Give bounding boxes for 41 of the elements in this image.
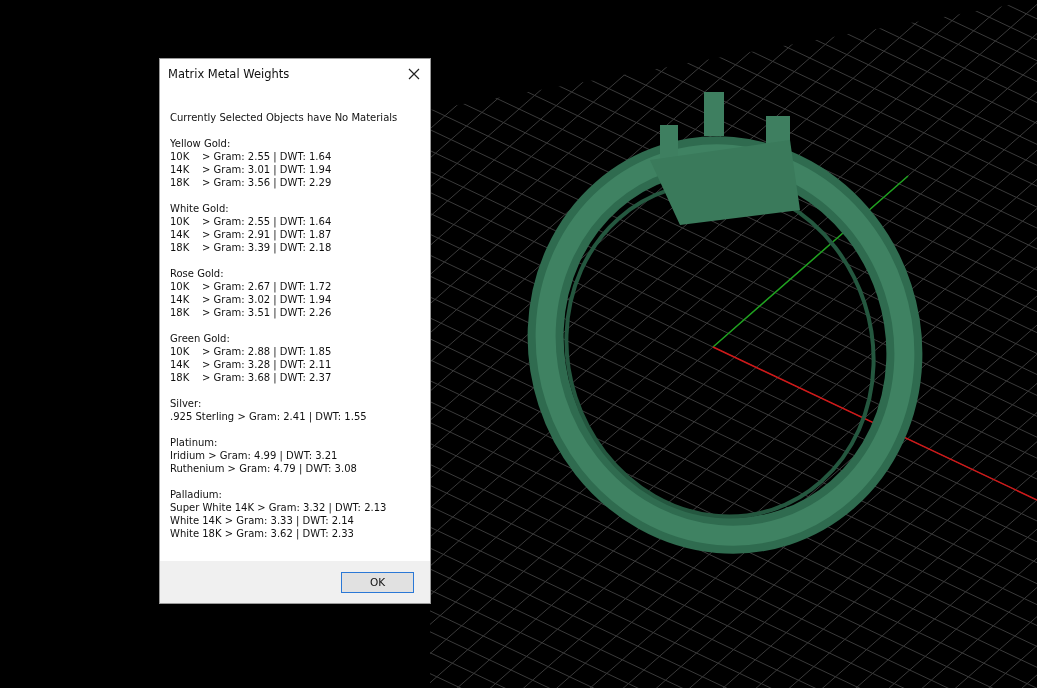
window-title: Matrix Metal Weights — [168, 67, 290, 81]
metal-heading: Rose Gold: — [170, 267, 225, 280]
weight-text: Ruthenium > Gram: 4.79 | DWT: 3.08 — [170, 462, 357, 475]
metal-heading: Green Gold: — [170, 332, 231, 345]
weight-text: > Gram: 3.28 | DWT: 2.11 — [202, 358, 332, 371]
weight-text: > Gram: 3.01 | DWT: 1.94 — [202, 163, 332, 176]
weight-text: > Gram: 3.02 | DWT: 1.94 — [202, 293, 332, 306]
karat-label: 18K — [170, 306, 191, 319]
metal-heading: Platinum: — [170, 436, 219, 449]
karat-label: 14K — [170, 358, 191, 371]
weight-text: White 18K > Gram: 3.62 | DWT: 2.33 — [170, 527, 354, 540]
karat-label: 18K — [170, 371, 191, 384]
message-text: Currently Selected Objects have No Materials — [170, 111, 399, 124]
ok-button[interactable]: OK — [341, 571, 414, 593]
karat-label: 10K — [170, 215, 191, 228]
metal-heading: Silver: — [170, 397, 203, 410]
weight-text: > Gram: 2.91 | DWT: 1.87 — [202, 228, 332, 241]
karat-label: 14K — [170, 228, 191, 241]
metal-heading: Yellow Gold: — [170, 137, 232, 150]
weight-text: > Gram: 2.88 | DWT: 1.85 — [202, 345, 332, 358]
karat-label: 18K — [170, 176, 191, 189]
weight-text: Super White 14K > Gram: 3.32 | DWT: 2.13 — [170, 501, 387, 514]
weight-text: .925 Sterling > Gram: 2.41 | DWT: 1.55 — [170, 410, 367, 423]
weight-text: > Gram: 3.56 | DWT: 2.29 — [202, 176, 332, 189]
weight-text: > Gram: 2.67 | DWT: 1.72 — [202, 280, 332, 293]
close-icon[interactable] — [408, 68, 420, 80]
karat-label: 10K — [170, 150, 191, 163]
weight-text: > Gram: 3.51 | DWT: 2.26 — [202, 306, 332, 319]
weight-text: White 14K > Gram: 3.33 | DWT: 2.14 — [170, 514, 354, 527]
karat-label: 14K — [170, 163, 191, 176]
karat-label: 14K — [170, 293, 191, 306]
weight-text: > Gram: 2.55 | DWT: 1.64 — [202, 215, 332, 228]
weight-text: > Gram: 3.68 | DWT: 2.37 — [202, 371, 332, 384]
weight-text: Iridium > Gram: 4.99 | DWT: 3.21 — [170, 449, 338, 462]
weight-text: > Gram: 2.55 | DWT: 1.64 — [202, 150, 332, 163]
metal-heading: White Gold: — [170, 202, 230, 215]
karat-label: 10K — [170, 345, 191, 358]
karat-label: 18K — [170, 241, 191, 254]
karat-label: 10K — [170, 280, 191, 293]
metal-heading: Palladium: — [170, 488, 223, 501]
weight-text: > Gram: 3.39 | DWT: 2.18 — [202, 241, 332, 254]
